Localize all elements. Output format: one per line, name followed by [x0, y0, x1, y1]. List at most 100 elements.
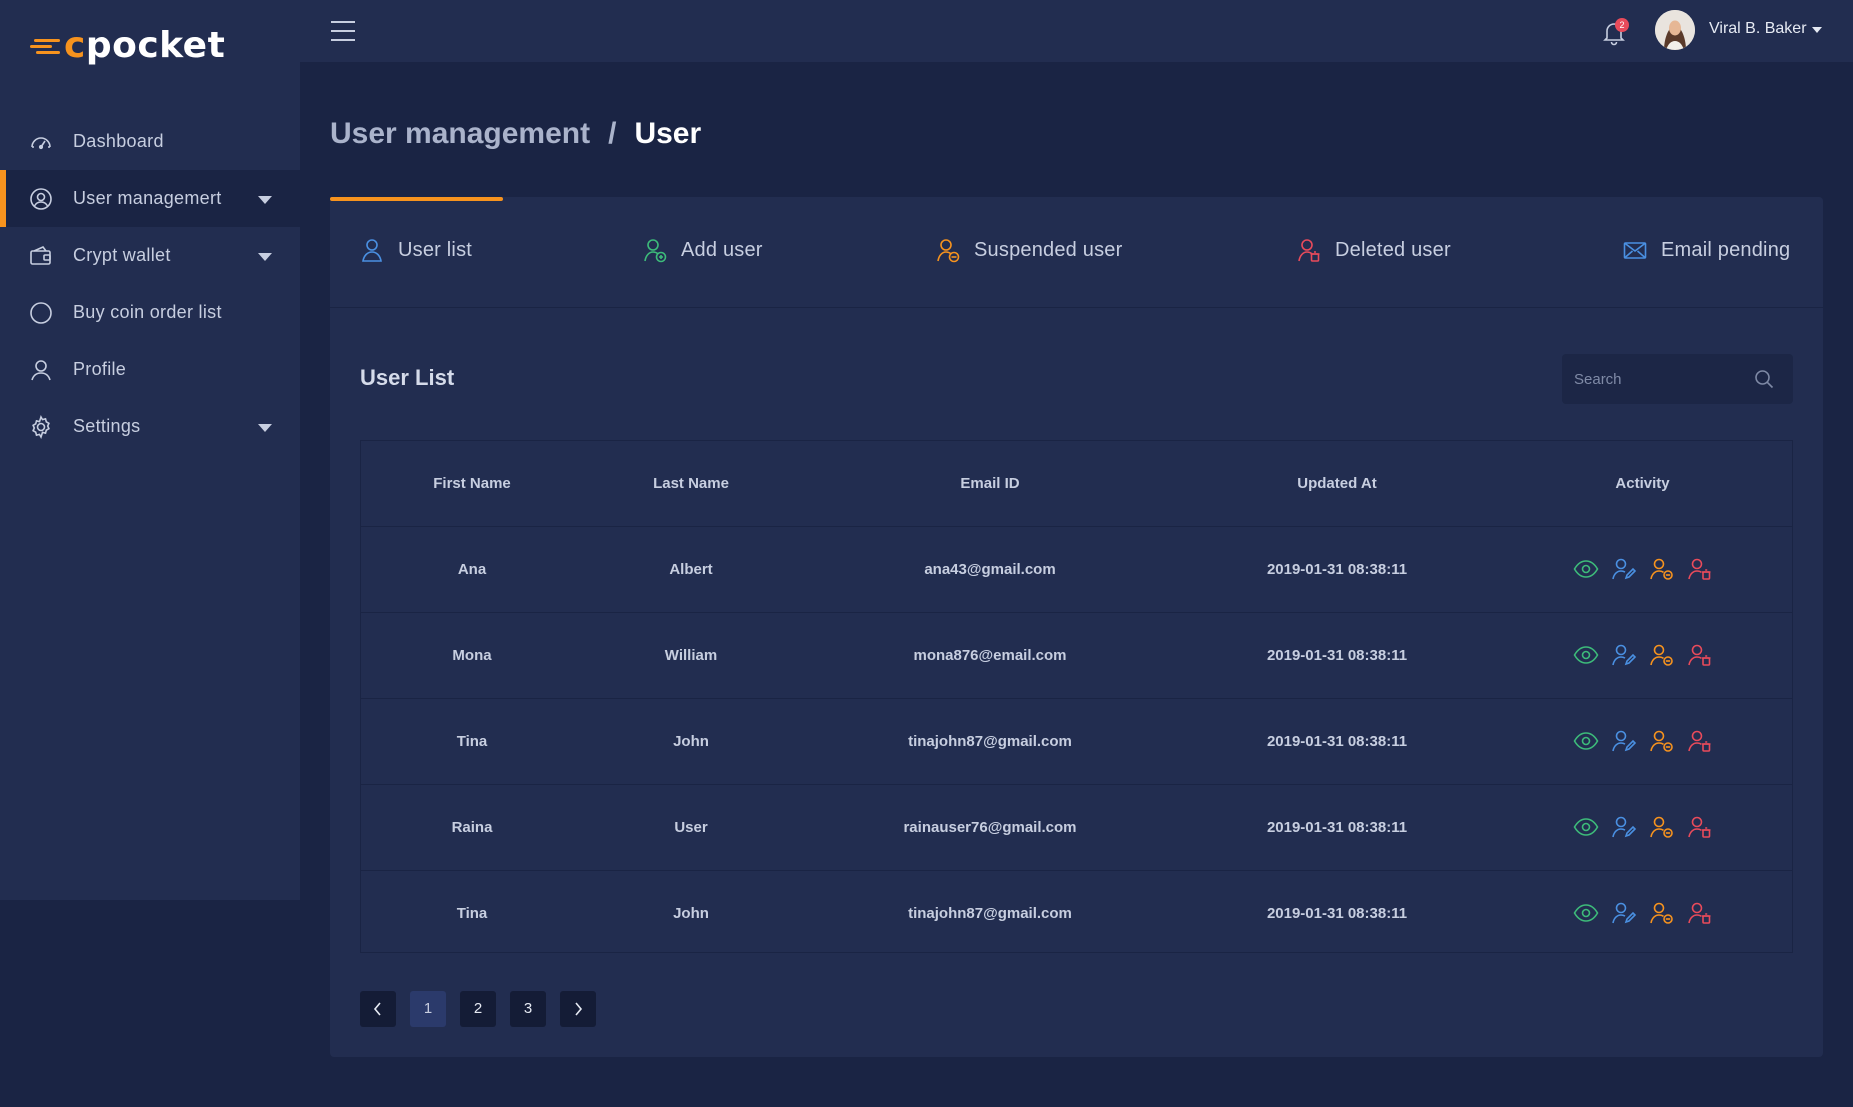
email-cell: tinajohn87@gmail.com [799, 698, 1181, 785]
search-box [1562, 354, 1793, 404]
next-page-button[interactable] [560, 991, 596, 1027]
chevron-down-icon[interactable] [1812, 27, 1822, 33]
chevron-down-icon[interactable] [258, 196, 272, 204]
column-header[interactable]: Updated At [1181, 441, 1493, 527]
delete-user-icon[interactable] [1687, 643, 1713, 667]
updated-at-cell: 2019-01-31 08:38:11 [1266, 904, 1408, 922]
mail-icon [1623, 242, 1647, 259]
menu-icon[interactable] [330, 20, 356, 42]
search-icon[interactable] [1754, 369, 1774, 389]
page-button-1[interactable]: 1 [410, 991, 446, 1027]
updated-at-cell: 2019-01-31 08:38:11 [1181, 698, 1493, 785]
deleted-user-icon [1298, 239, 1320, 262]
table-row: Tina John tinajohn87@gmail.com 2019-01-31 0… [361, 870, 1792, 956]
tab-label: Add user [681, 238, 763, 261]
updated-at-cell: 2019-01-31 08:38:11 [1181, 526, 1493, 613]
suspended-user-icon [937, 239, 960, 263]
suspend-user-icon[interactable] [1649, 643, 1675, 667]
table-header-row: First Name Last Name Email ID Updated At… [361, 441, 1792, 527]
tab-suspended-user[interactable]: Suspended user [936, 237, 1122, 263]
edit-user-icon[interactable] [1611, 815, 1637, 839]
user-menu[interactable]: Viral B. Baker [1709, 20, 1807, 38]
view-icon[interactable] [1573, 643, 1599, 667]
breadcrumb-parent[interactable]: User management [330, 114, 590, 154]
tab-label: Suspended user [974, 238, 1123, 261]
delete-user-icon[interactable] [1687, 557, 1713, 581]
sidebar-item-label: Settings [73, 416, 141, 436]
tab-add-user[interactable]: Add user [643, 237, 763, 263]
activity-cell [1493, 870, 1792, 956]
sidebar-item-profile[interactable]: Profile [0, 341, 300, 398]
activity-actions [1493, 729, 1792, 753]
first-name-cell: Tina [456, 904, 488, 922]
page-button-3[interactable]: 3 [510, 991, 546, 1027]
edit-user-icon[interactable] [1611, 729, 1637, 753]
edit-user-icon[interactable] [1611, 901, 1637, 925]
suspend-user-icon[interactable] [1649, 815, 1675, 839]
sidebar-nav: Dashboard User managemert Crypt wallet B… [0, 113, 300, 455]
last-name-cell: Albert [583, 526, 799, 613]
sidebar-item-crypt-wallet[interactable]: Crypt wallet [0, 227, 300, 284]
edit-user-icon[interactable] [1611, 643, 1637, 667]
sidebar-item-settings[interactable]: Settings [0, 398, 300, 455]
sidebar-item-label: User managemert [73, 188, 222, 208]
tab-user-list[interactable]: User list [360, 237, 472, 263]
sidebar-item-label: Dashboard [73, 131, 164, 151]
first-name-cell: Tina [361, 698, 583, 785]
view-icon[interactable] [1573, 729, 1599, 753]
activity-cell [1493, 784, 1792, 871]
delete-user-icon[interactable] [1687, 729, 1713, 753]
avatar-portrait-icon [1655, 10, 1695, 50]
suspend-user-icon[interactable] [1649, 901, 1675, 925]
previous-page-button[interactable] [360, 991, 396, 1027]
breadcrumb: User management / User [330, 114, 701, 154]
view-icon[interactable] [1573, 557, 1599, 581]
user-circle-icon [30, 187, 52, 210]
sidebar-item-user-management[interactable]: User managemert [0, 170, 300, 227]
edit-user-icon[interactable] [1611, 557, 1637, 581]
page-button-2[interactable]: 2 [460, 991, 496, 1027]
delete-user-icon[interactable] [1687, 901, 1713, 925]
sidebar-item-label: Buy coin order list [73, 302, 222, 322]
activity-cell [1493, 526, 1792, 613]
topbar: 2 Viral B. Baker [300, 0, 1853, 62]
column-header[interactable]: Last Name [583, 441, 799, 527]
tabs: User list Add user Suspended user Delete… [330, 197, 1823, 308]
search-input[interactable] [1562, 354, 1752, 404]
sidebar-item-dashboard[interactable]: Dashboard [0, 113, 300, 170]
logo[interactable]: cpocket [30, 26, 225, 66]
circle-icon [30, 301, 52, 324]
view-icon[interactable] [1573, 815, 1599, 839]
tab-label: Deleted user [1335, 238, 1451, 261]
chevron-left-icon [373, 1002, 381, 1016]
chevron-down-icon[interactable] [258, 424, 272, 432]
user-icon [362, 239, 382, 262]
pagination: 1 2 3 [360, 991, 596, 1027]
updated-at-cell: 2019-01-31 08:38:11 [1181, 784, 1493, 871]
notification-badge: 2 [1615, 18, 1629, 32]
activity-actions [1493, 643, 1792, 667]
tab-email-pending[interactable]: Email pending [1623, 237, 1790, 263]
user-icon [31, 359, 51, 380]
email-cell: mona876@email.com [799, 612, 1181, 699]
page-title: User [634, 117, 702, 150]
sidebar-item-buy-coin-order-list[interactable]: Buy coin order list [0, 284, 300, 341]
view-icon[interactable] [1573, 901, 1599, 925]
column-header[interactable]: First Name [361, 441, 583, 527]
delete-user-icon[interactable] [1687, 815, 1713, 839]
tab-label: Email pending [1661, 238, 1791, 261]
tab-deleted-user[interactable]: Deleted user [1297, 237, 1451, 263]
avatar[interactable] [1655, 10, 1695, 50]
suspend-user-icon[interactable] [1649, 557, 1675, 581]
section-title: User List [360, 365, 455, 390]
breadcrumb-separator: / [608, 117, 617, 150]
gear-icon [32, 414, 50, 439]
first-name-cell: Raina [361, 784, 583, 871]
suspend-user-icon[interactable] [1649, 729, 1675, 753]
email-cell: rainauser76@gmail.com [799, 784, 1181, 871]
activity-actions [1493, 557, 1792, 581]
column-header[interactable]: Email ID [799, 441, 1181, 527]
chevron-down-icon[interactable] [258, 253, 272, 261]
add-user-icon [644, 239, 667, 263]
email-cell: tinajohn87@gmail.com [908, 904, 1072, 922]
